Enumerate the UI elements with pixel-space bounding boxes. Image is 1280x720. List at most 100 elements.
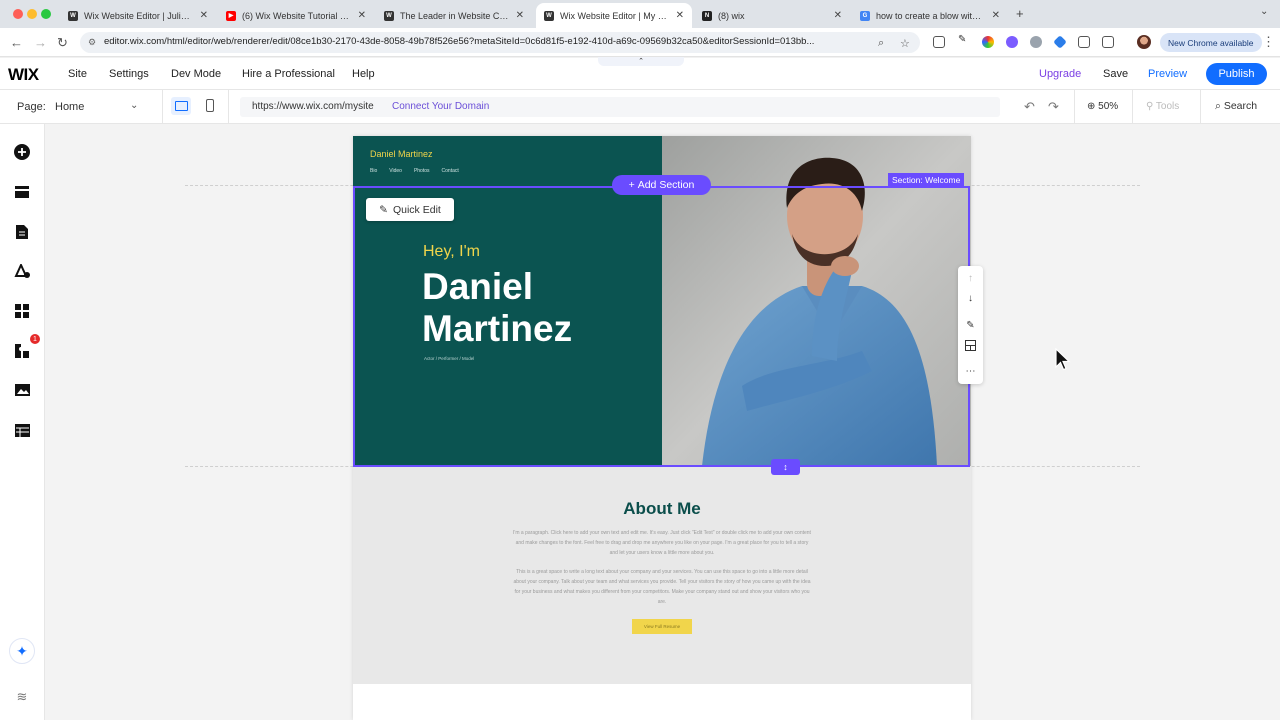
close-tab-icon[interactable]: ✕ <box>358 10 366 21</box>
minimize-window-button[interactable] <box>27 9 37 19</box>
browser-tab-active[interactable]: W Wix Website Editor | My Site ✕ <box>536 3 692 28</box>
chevron-down-icon[interactable]: ⌄ <box>130 100 138 111</box>
nav-photos[interactable]: Photos <box>414 168 430 174</box>
search-button[interactable]: ⌕ Search <box>1215 100 1257 113</box>
browser-tab-strip: W Wix Website Editor | Juliamw... ✕ ▶ (6… <box>0 0 1280 28</box>
close-tab-icon[interactable]: ✕ <box>200 10 208 21</box>
wix-icon: W <box>384 10 394 21</box>
maximize-window-button[interactable] <box>41 9 51 19</box>
new-tab-icon[interactable]: + <box>1016 6 1024 21</box>
upgrade-button[interactable]: Upgrade <box>1039 68 1081 80</box>
hero-subtitle[interactable]: Actor / Performer / Model <box>424 356 474 361</box>
close-window-button[interactable] <box>13 9 23 19</box>
hero-name[interactable]: Daniel Martinez <box>422 266 662 350</box>
bookmark-star-icon[interactable]: ☆ <box>900 37 910 50</box>
tools-button[interactable]: ⚲ Tools <box>1146 101 1179 112</box>
browser-tab[interactable]: G how to create a blow with wix ✕ <box>852 3 1008 28</box>
site-design-icon[interactable] <box>14 263 30 279</box>
wix-icon: W <box>544 10 554 21</box>
cms-icon[interactable] <box>14 422 30 438</box>
pen-extension-icon[interactable]: ✎ <box>958 34 970 46</box>
mouse-cursor-icon <box>1055 348 1071 371</box>
pages-icon[interactable] <box>14 224 30 240</box>
connect-domain-link[interactable]: Connect Your Domain <box>392 101 489 112</box>
move-up-arrow-icon[interactable]: ↑ <box>964 272 977 285</box>
add-elements-icon[interactable] <box>14 144 30 160</box>
zoom-icon[interactable]: ⌕ <box>878 37 884 50</box>
more-options-icon[interactable]: ⋯ <box>964 365 977 378</box>
tab-search-chevron-icon[interactable]: ⌄ <box>1260 6 1268 17</box>
url-text: editor.wix.com/html/editor/web/renderer/… <box>104 36 815 47</box>
about-paragraph-1[interactable]: I'm a paragraph. Click here to add your … <box>513 528 811 558</box>
close-tab-icon[interactable]: ✕ <box>834 10 842 21</box>
ai-assistant-sparkle-icon[interactable]: ✦ <box>9 638 35 664</box>
move-down-arrow-icon[interactable]: ↓ <box>964 292 977 305</box>
site-brand[interactable]: Daniel Martinez <box>370 149 433 159</box>
next-section[interactable] <box>353 684 971 720</box>
save-button[interactable]: Save <box>1103 68 1128 80</box>
redo-icon[interactable]: ↷ <box>1048 99 1059 115</box>
close-tab-icon[interactable]: ✕ <box>676 10 684 21</box>
editor-canvas[interactable]: Daniel Martinez Bio Video Photos Contact… <box>45 124 1280 720</box>
reload-icon[interactable]: ↻ <box>57 35 68 51</box>
wix-top-bar: WIX Site Settings Dev Mode Hire a Profes… <box>0 57 1280 90</box>
close-tab-icon[interactable]: ✕ <box>992 10 1000 21</box>
mobile-view-icon[interactable] <box>206 99 214 112</box>
site-info-icon[interactable]: ⚙ <box>88 37 96 48</box>
media-icon[interactable] <box>14 382 30 398</box>
chrome-menu-icon[interactable]: ⋮ <box>1262 34 1275 50</box>
tag-extension-icon[interactable] <box>1053 35 1067 49</box>
desktop-view-icon[interactable] <box>171 97 191 115</box>
page-label: Page: <box>17 101 46 113</box>
zoom-control[interactable]: ⊕ 50% <box>1087 101 1118 112</box>
puzzle-extension-icon[interactable] <box>1078 36 1090 48</box>
edit-pencil-icon[interactable]: ✎ <box>964 319 977 332</box>
about-paragraph-2[interactable]: This is a great space to write a long te… <box>513 567 811 607</box>
profile-avatar[interactable] <box>1137 35 1151 49</box>
browser-tab[interactable]: N (8) wix ✕ <box>694 3 850 28</box>
menu-dev-mode[interactable]: Dev Mode <box>171 68 221 80</box>
business-apps-icon[interactable] <box>14 343 30 359</box>
browser-tab[interactable]: W Wix Website Editor | Juliamw... ✕ <box>60 3 216 28</box>
section-floating-toolbar: ↑ ↓ ✎ ⋯ <box>958 266 983 384</box>
collapse-toolbar-handle[interactable]: ⌃ <box>598 57 684 66</box>
layout-icon[interactable] <box>964 339 977 352</box>
add-section-button[interactable]: + Add Section <box>612 175 711 195</box>
new-chrome-available-button[interactable]: New Chrome available <box>1160 33 1262 52</box>
quick-edit-button[interactable]: ✎ Quick Edit <box>366 198 454 221</box>
wix-logo[interactable]: WIX <box>8 65 39 85</box>
nav-video[interactable]: Video <box>389 168 402 174</box>
screenshot-extension-icon[interactable] <box>933 36 945 48</box>
circle-extension-icon[interactable] <box>1030 36 1042 48</box>
about-title[interactable]: About Me <box>353 499 971 519</box>
colorful-extension-icon[interactable] <box>982 36 994 48</box>
menu-settings[interactable]: Settings <box>109 68 149 80</box>
gear-extension-icon[interactable] <box>1006 36 1018 48</box>
menu-help[interactable]: Help <box>352 68 375 80</box>
browser-tab[interactable]: W The Leader in Website Creati... ✕ <box>376 3 532 28</box>
menu-site[interactable]: Site <box>68 68 87 80</box>
preview-button[interactable]: Preview <box>1148 68 1187 80</box>
close-tab-icon[interactable]: ✕ <box>516 10 524 21</box>
wix-page-bar: Page: Home ⌄ https://www.wix.com/mysite … <box>0 90 1280 124</box>
about-section[interactable]: About Me I'm a paragraph. Click here to … <box>353 466 971 684</box>
side-panel-icon[interactable] <box>1102 36 1114 48</box>
menu-hire-a-professional[interactable]: Hire a Professional <box>242 68 335 80</box>
nav-contact[interactable]: Contact <box>442 168 459 174</box>
nav-bio[interactable]: Bio <box>370 168 377 174</box>
publish-button[interactable]: Publish <box>1206 63 1267 85</box>
forward-arrow-icon[interactable]: → <box>34 35 47 50</box>
browser-tab[interactable]: ▶ (6) Wix Website Tutorial - Yo... ✕ <box>218 3 374 28</box>
layers-icon[interactable]: ≋ <box>14 689 30 705</box>
address-bar[interactable]: ⚙ editor.wix.com/html/editor/web/rendere… <box>80 32 920 53</box>
add-apps-icon[interactable] <box>14 303 30 319</box>
site-page[interactable]: Daniel Martinez Bio Video Photos Contact… <box>353 136 971 720</box>
add-section-icon[interactable] <box>14 184 30 200</box>
back-arrow-icon[interactable]: ← <box>10 35 23 50</box>
section-resize-handle[interactable]: ↕ <box>771 459 800 475</box>
zoom-level: 50% <box>1098 101 1119 112</box>
view-resume-button[interactable]: View Full Resume <box>632 619 692 634</box>
hero-greeting[interactable]: Hey, I'm <box>423 243 480 261</box>
page-selector[interactable]: Home <box>55 101 84 113</box>
undo-icon[interactable]: ↶ <box>1024 99 1035 115</box>
